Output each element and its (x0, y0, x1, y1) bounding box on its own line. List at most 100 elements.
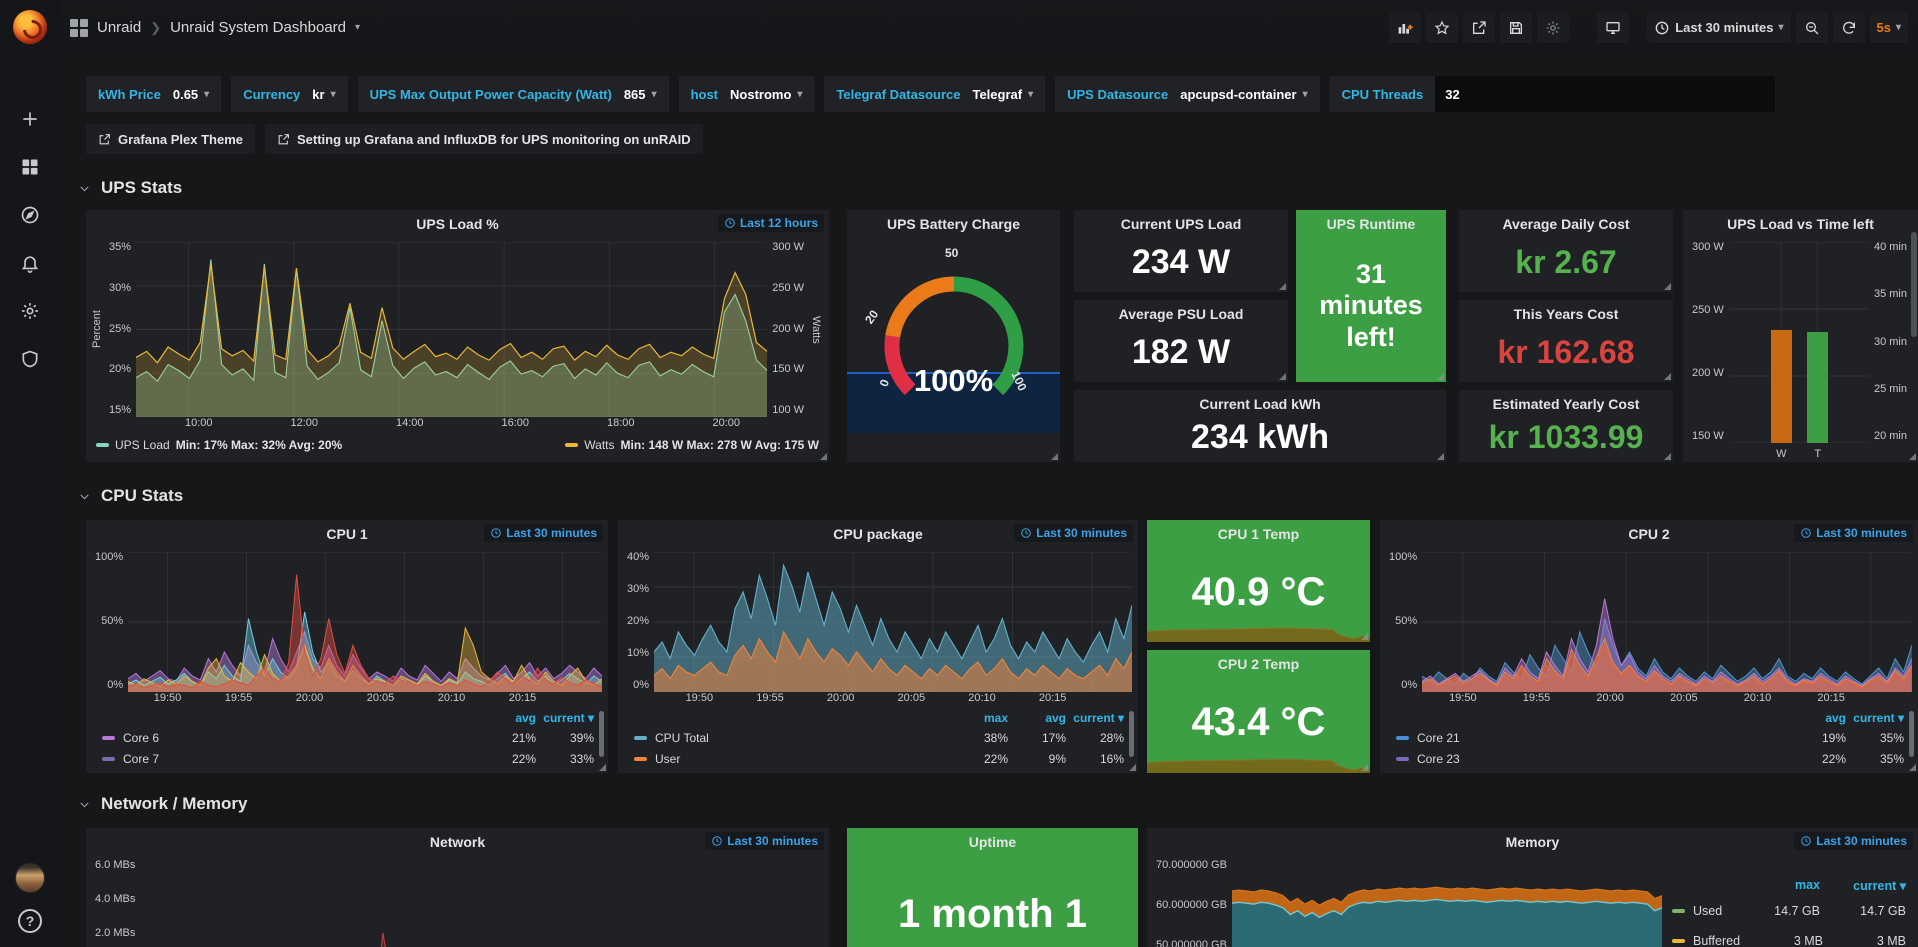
chevron-down-icon (78, 490, 91, 503)
configuration-gear-icon[interactable] (19, 300, 41, 322)
cpu-threads-input[interactable] (1435, 76, 1775, 112)
legend-scrollbar[interactable] (1909, 711, 1914, 757)
clock-icon (1020, 527, 1032, 539)
dashboards-icon[interactable] (19, 156, 41, 178)
legend-row[interactable]: User22%9%16% (634, 748, 1124, 769)
legend-series-label[interactable]: Buffered (1672, 934, 1740, 947)
legend-series-label[interactable]: Core 23 (1396, 752, 1788, 766)
section-cpu-stats[interactable]: CPU Stats (78, 486, 183, 506)
variable-telegraf-datasource[interactable]: Telegraf Datasource Telegraf▾ (824, 76, 1045, 112)
panel-resize-handle[interactable] (1437, 453, 1444, 460)
panel-resize-handle[interactable] (1664, 453, 1671, 460)
panel-resize-handle[interactable] (599, 764, 606, 771)
chevron-down-icon[interactable]: ▾ (355, 22, 360, 33)
grafana-logo[interactable] (13, 10, 47, 44)
legend-series-label[interactable]: Used (1672, 904, 1734, 918)
panel-resize-handle[interactable] (1361, 764, 1368, 771)
apps-grid-icon[interactable] (70, 19, 88, 37)
zoom-out-time-button[interactable] (1796, 13, 1828, 43)
panel-time-override-badge[interactable]: Last 30 minutes (705, 832, 824, 850)
legend-row[interactable]: CPU Total38%17%28% (634, 727, 1124, 748)
refresh-interval-picker[interactable]: 5s ▾ (1870, 13, 1909, 43)
panel-title: UPS Runtime (1296, 210, 1446, 238)
panel-resize-handle[interactable] (1361, 633, 1368, 640)
create-plus-icon[interactable] (19, 108, 41, 130)
chart-plot: WT (1729, 242, 1869, 443)
section-network-memory[interactable]: Network / Memory (78, 794, 247, 814)
panel-resize-handle[interactable] (1909, 764, 1916, 771)
panel-time-override-badge[interactable]: Last 30 minutes (1014, 524, 1133, 542)
panel-resize-handle[interactable] (1129, 764, 1136, 771)
share-button[interactable] (1463, 13, 1495, 43)
legend-scrollbar[interactable] (1129, 711, 1134, 757)
help-icon[interactable]: ? (18, 909, 42, 933)
star-button[interactable] (1426, 13, 1458, 43)
legend-series-label[interactable]: Core 7 (102, 752, 478, 766)
legend-color-swatch (634, 757, 647, 761)
panel-resize-handle[interactable] (1279, 373, 1286, 380)
legend-row[interactable]: Core 621%39% (102, 727, 594, 748)
cycle-view-mode-button[interactable] (1597, 13, 1629, 43)
server-admin-shield-icon[interactable] (19, 348, 41, 370)
user-avatar[interactable] (15, 863, 45, 893)
variable-ups-max-output[interactable]: UPS Max Output Power Capacity (Watt) 865… (358, 76, 669, 112)
refresh-button[interactable] (1833, 13, 1865, 43)
panel-resize-handle[interactable] (1664, 373, 1671, 380)
temp-sparkline (1147, 734, 1370, 773)
legend-scrollbar[interactable] (599, 711, 604, 757)
panel-resize-handle[interactable] (1051, 453, 1058, 460)
panel-resize-handle[interactable] (1279, 283, 1286, 290)
panel-title: UPS Load %Last 12 hours (86, 210, 829, 238)
add-panel-button[interactable] (1389, 13, 1421, 43)
y-axis-label: Percent (90, 242, 104, 417)
explore-compass-icon[interactable] (19, 204, 41, 226)
panel-cpu-package-chart: CPU packageLast 30 minutes40%30%20%10%0%… (618, 520, 1138, 773)
bar-W (1771, 330, 1792, 443)
alerting-bell-icon[interactable] (19, 252, 41, 274)
section-ups-stats[interactable]: UPS Stats (78, 178, 182, 198)
variable-kwh-price[interactable]: kWh Price 0.65▾ (86, 76, 221, 112)
link-grafana-plex-theme[interactable]: Grafana Plex Theme (86, 124, 255, 154)
breadcrumb-dashboard-title[interactable]: Unraid System Dashboard (170, 19, 346, 36)
legend-row[interactable]: Core 722%33% (102, 748, 594, 769)
dashboard-settings-button[interactable] (1537, 13, 1569, 43)
panel-resize-handle[interactable] (820, 453, 827, 460)
panel-resize-handle[interactable] (1437, 373, 1444, 380)
legend-row[interactable]: Core 2322%35% (1396, 748, 1904, 769)
legend-series-label[interactable]: Core 6 (102, 731, 478, 745)
stat-value: kr 162.68 (1459, 328, 1673, 382)
y-axis-ticks: 100%50%0% (1384, 552, 1422, 692)
breadcrumb-app[interactable]: Unraid (97, 19, 141, 36)
panel-network-chart: NetworkLast 30 minutes6.0 MBs4.0 MBs2.0 … (86, 828, 829, 947)
variable-host[interactable]: host Nostromo▾ (679, 76, 815, 112)
panel-time-override-badge[interactable]: Last 30 minutes (484, 524, 603, 542)
time-range-picker[interactable]: Last 30 minutes ▾ (1647, 13, 1790, 43)
panel-title: Uptime (847, 828, 1138, 856)
legend-row[interactable]: Used14.7 GB14.7 GB (1672, 896, 1906, 926)
legend-item[interactable]: UPS LoadMin: 17% Max: 32% Avg: 20% (96, 438, 342, 452)
variable-currency[interactable]: Currency kr▾ (231, 76, 347, 112)
legend-series-label[interactable]: User (634, 752, 950, 766)
panel-time-override-badge[interactable]: Last 12 hours (718, 214, 824, 232)
legend-row[interactable]: Core 2119%35% (1396, 727, 1904, 748)
save-button[interactable] (1500, 13, 1532, 43)
legend-color-swatch (102, 736, 115, 740)
clock-icon (711, 835, 723, 847)
link-ups-monitoring-guide[interactable]: Setting up Grafana and InfluxDB for UPS … (265, 124, 703, 154)
legend-item[interactable]: WattsMin: 148 W Max: 278 W Avg: 175 W (565, 438, 819, 452)
panel-time-override-badge[interactable]: Last 30 minutes (1794, 832, 1913, 850)
panel-memory-chart: MemoryLast 30 minutes70.000000 GB60.0000… (1147, 828, 1918, 947)
variable-ups-datasource[interactable]: UPS Datasource apcupsd-container▾ (1055, 76, 1319, 112)
grafana-dashboard: Unraid ❯ Unraid System Dashboard ▾ (0, 0, 1918, 947)
panel-resize-handle[interactable] (1664, 283, 1671, 290)
panel-time-override-badge[interactable]: Last 30 minutes (1794, 524, 1913, 542)
panel-title: Current Load kWh (1074, 390, 1446, 418)
legend-series-label[interactable]: Core 21 (1396, 731, 1788, 745)
panel-resize-handle[interactable] (1909, 453, 1916, 460)
page-scrollbar-thumb[interactable] (1911, 232, 1917, 337)
template-variables-row: kWh Price 0.65▾ Currency kr▾ UPS Max Out… (86, 76, 1775, 112)
x-axis-ticks: 19:5019:5520:0020:0520:1020:15 (132, 692, 558, 709)
y-axis-ticks: 70.000000 GB60.000000 GB50.000000 GB (1151, 860, 1232, 947)
legend-series-label[interactable]: CPU Total (634, 731, 950, 745)
legend-row[interactable]: Buffered3 MB3 MB (1672, 926, 1906, 947)
